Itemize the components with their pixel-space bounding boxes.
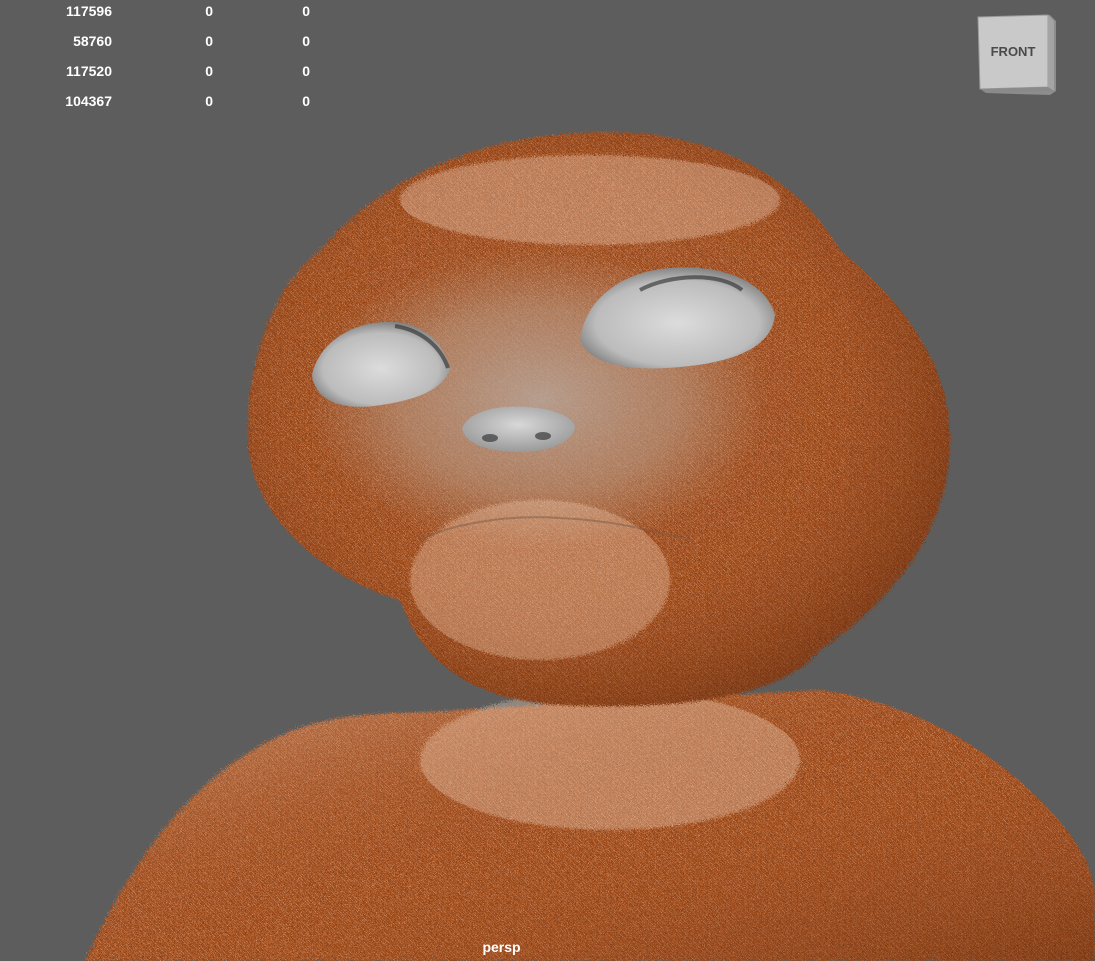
hud-value: 117520 bbox=[66, 63, 112, 79]
hud-value: 0 bbox=[205, 3, 213, 19]
hud-row: 117520 0 0 bbox=[0, 60, 330, 90]
fur-model[interactable] bbox=[0, 0, 1095, 961]
head bbox=[247, 132, 950, 707]
viewport-persp[interactable]: 117596 0 0 58760 0 0 117520 0 0 104367 0… bbox=[0, 0, 1095, 961]
hud-value: 104367 bbox=[65, 93, 112, 109]
hud-value: 0 bbox=[302, 33, 310, 49]
hud-value: 0 bbox=[205, 93, 213, 109]
hud-row: 58760 0 0 bbox=[0, 30, 330, 60]
camera-name-label: persp bbox=[482, 939, 521, 955]
hud-value: 0 bbox=[302, 93, 310, 109]
hud-row: 117596 0 0 bbox=[0, 0, 330, 30]
hud-value: 0 bbox=[205, 33, 213, 49]
view-cube-side-face[interactable] bbox=[1048, 15, 1054, 91]
view-cube-label: FRONT bbox=[991, 44, 1036, 59]
hud-poly-count: 117596 0 0 58760 0 0 117520 0 0 104367 0… bbox=[0, 0, 330, 120]
hud-value: 0 bbox=[205, 63, 213, 79]
hud-value: 117596 bbox=[66, 3, 112, 19]
hud-row: 104367 0 0 bbox=[0, 90, 330, 120]
hud-value: 58760 bbox=[73, 33, 112, 49]
hud-value: 0 bbox=[302, 63, 310, 79]
view-cube[interactable]: FRONT bbox=[976, 13, 1058, 95]
hud-value: 0 bbox=[302, 3, 310, 19]
body-shoulders bbox=[85, 690, 1095, 961]
